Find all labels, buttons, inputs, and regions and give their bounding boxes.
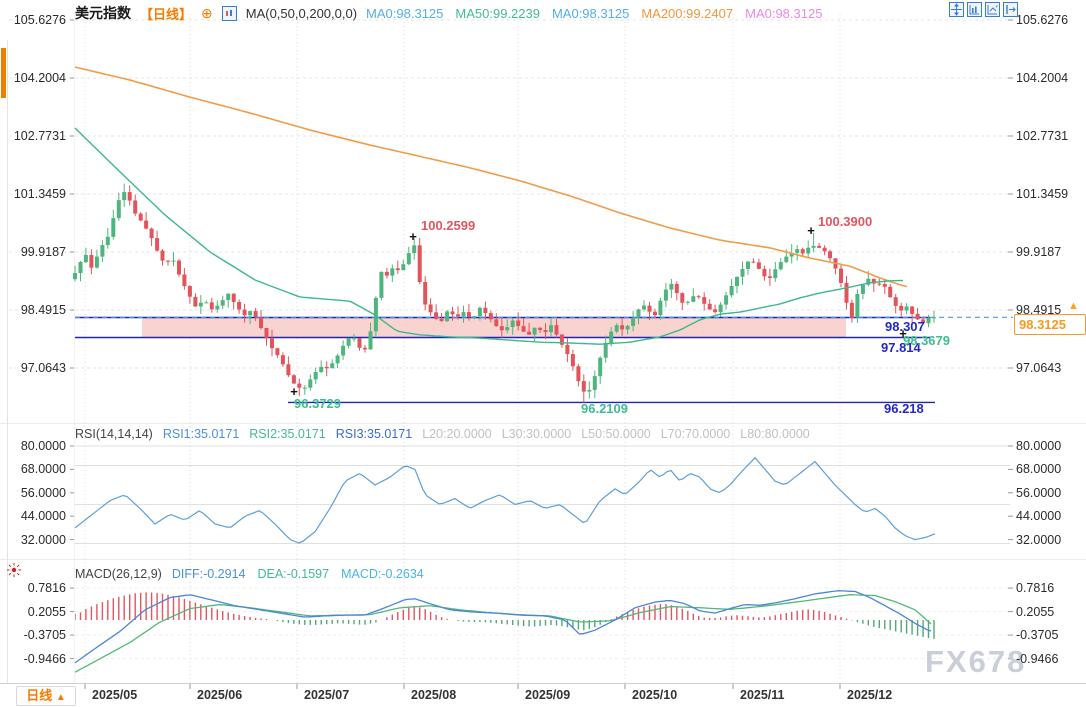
vertical-scrollbar-thumb[interactable] bbox=[1, 48, 6, 98]
macd-axis-label-right: -0.9466 bbox=[1016, 652, 1058, 666]
ma-value: MA50:99.2239 bbox=[455, 6, 540, 21]
price-up-arrow-icon: ▲ bbox=[1068, 300, 1079, 312]
x-axis-label: 2025/12 bbox=[847, 688, 892, 702]
macd-value: DIFF:-0.2914 bbox=[172, 567, 246, 581]
rsi-axis-label-left: 68.0000 bbox=[0, 462, 66, 476]
macd-axis-label-right: 0.7816 bbox=[1016, 581, 1054, 595]
add-indicator-icon[interactable]: ⊕ bbox=[201, 7, 213, 20]
price-axis-label-left: 97.0643 bbox=[0, 361, 66, 375]
rsi-level: L80:80.0000 bbox=[740, 427, 810, 441]
zone-top-label: 98.307 bbox=[885, 319, 925, 334]
plus-marker: + bbox=[409, 229, 417, 244]
macd-axis-label-left: 0.2055 bbox=[0, 605, 66, 619]
x-axis-label: 2025/08 bbox=[411, 688, 456, 702]
x-axis-label: 2025/09 bbox=[525, 688, 570, 702]
macd-header-row: MACD(26,12,9) DIFF:-0.2914 DEA:-0.1597 MAC… bbox=[75, 567, 424, 581]
rsi-axis-label-right: 44.0000 bbox=[1016, 509, 1061, 523]
rsi-axis-label-right: 56.0000 bbox=[1016, 486, 1061, 500]
watermark: FX678 bbox=[925, 644, 1026, 680]
macd-settings-label: MACD(26,12,9) bbox=[75, 567, 162, 581]
support-label: 96.218 bbox=[884, 401, 924, 416]
ma-value: MA200:99.2407 bbox=[641, 6, 733, 21]
ma-values-row: MA0:98.3125 MA50:99.2239 MA0:98.3125 MA200:… bbox=[366, 6, 822, 21]
period-badge: 【日线】 bbox=[140, 4, 192, 23]
price-axis-label-right: 104.2004 bbox=[1016, 71, 1068, 85]
rsi-axis-label-left: 44.0000 bbox=[0, 509, 66, 523]
rsi-header-row: RSI(14,14,14) RSI1:35.0171 RSI2:35.0171 RS… bbox=[75, 427, 810, 441]
price-axis-label-left: 105.6276 bbox=[0, 13, 66, 27]
chart-type-icon[interactable] bbox=[222, 6, 237, 21]
price-axis-label-left: 98.4915 bbox=[0, 303, 66, 317]
x-axis-label: 2025/07 bbox=[304, 688, 349, 702]
low-label-sep: 96.2109 bbox=[581, 401, 628, 416]
indicator-hotspot-icon[interactable] bbox=[6, 562, 22, 583]
rsi-axis-label-right: 80.0000 bbox=[1016, 439, 1061, 453]
price-axis-label-left: 104.2004 bbox=[0, 71, 66, 85]
price-axis-label-left: 102.7731 bbox=[0, 129, 66, 143]
rsi-settings-label: RSI(14,14,14) bbox=[75, 427, 153, 441]
rsi-axis-label-left: 56.0000 bbox=[0, 486, 66, 500]
move-icon[interactable] bbox=[949, 2, 964, 17]
macd-axis-label-left: 0.7816 bbox=[0, 581, 66, 595]
ma-value: MA0:98.3125 bbox=[552, 6, 629, 21]
macd-axis-label-left: -0.3705 bbox=[0, 628, 66, 642]
peak-label-nov: 100.3900 bbox=[818, 214, 872, 229]
price-axis-label-right: 102.7731 bbox=[1016, 129, 1068, 143]
low-label-jul: 96.3729 bbox=[294, 396, 341, 411]
ma-value-label: 98.3679 bbox=[903, 333, 950, 348]
chart-header: 美元指数 【日线】 ⊕ MA(0,50,0,200,0,0) MA0:98.31… bbox=[75, 3, 822, 23]
ma-value: MA0:98.3125 bbox=[745, 6, 822, 21]
chart-canvas[interactable]: ++++ bbox=[0, 0, 1086, 707]
current-price-box: 98.3125 bbox=[1014, 314, 1086, 335]
symbol-title: 美元指数 bbox=[75, 3, 131, 23]
fit-x-axis-icon[interactable] bbox=[985, 2, 1000, 17]
chart-window: ++++ 美元指数 【日线】 ⊕ MA(0,50,0,200,0,0) MA0:… bbox=[0, 0, 1086, 707]
peak-label-aug: 100.2599 bbox=[421, 218, 475, 233]
fit-y-axis-icon[interactable] bbox=[967, 2, 982, 17]
rsi-axis-label-right: 32.0000 bbox=[1016, 533, 1061, 547]
ma-value: MA0:98.3125 bbox=[366, 6, 443, 21]
x-axis-label: 2025/06 bbox=[197, 688, 242, 702]
price-axis-label-right: 105.6276 bbox=[1016, 13, 1068, 27]
rsi-axis-label-left: 32.0000 bbox=[0, 533, 66, 547]
x-axis-label: 2025/10 bbox=[632, 688, 677, 702]
price-axis-label-right: 101.3459 bbox=[1016, 187, 1068, 201]
rsi-value: RSI1:35.0171 bbox=[163, 427, 239, 441]
macd-axis-label-left: -0.9466 bbox=[0, 652, 66, 666]
rsi-level: L20:20.0000 bbox=[422, 427, 492, 441]
rsi-level: L70:70.0000 bbox=[661, 427, 731, 441]
price-axis-label-left: 101.3459 bbox=[0, 187, 66, 201]
rsi-value: RSI3:35.0171 bbox=[336, 427, 412, 441]
macd-axis-label-right: -0.3705 bbox=[1016, 628, 1058, 642]
collapse-panel-icon[interactable] bbox=[1003, 2, 1018, 17]
rsi-axis-label-left: 80.0000 bbox=[0, 439, 66, 453]
macd-axis-label-right: 0.2055 bbox=[1016, 605, 1054, 619]
plus-marker: + bbox=[807, 223, 815, 238]
x-axis-label: 2025/05 bbox=[92, 688, 137, 702]
price-axis-label-right: 97.0643 bbox=[1016, 361, 1061, 375]
macd-value: DEA:-0.1597 bbox=[257, 567, 329, 581]
ma-settings-label: MA(0,50,0,200,0,0) bbox=[246, 6, 357, 21]
rsi-level: L30:30.0000 bbox=[502, 427, 572, 441]
period-selector-button[interactable]: 日线 ▲ bbox=[16, 686, 76, 706]
rsi-level: L50:50.0000 bbox=[581, 427, 651, 441]
chart-toolbar bbox=[949, 2, 1018, 17]
price-axis-label-left: 99.9187 bbox=[0, 245, 66, 259]
price-axis-label-right: 99.9187 bbox=[1016, 245, 1061, 259]
macd-value: MACD:-0.2634 bbox=[341, 567, 424, 581]
rsi-axis-label-right: 68.0000 bbox=[1016, 462, 1061, 476]
rsi-value: RSI2:35.0171 bbox=[249, 427, 325, 441]
x-axis-label: 2025/11 bbox=[740, 688, 785, 702]
